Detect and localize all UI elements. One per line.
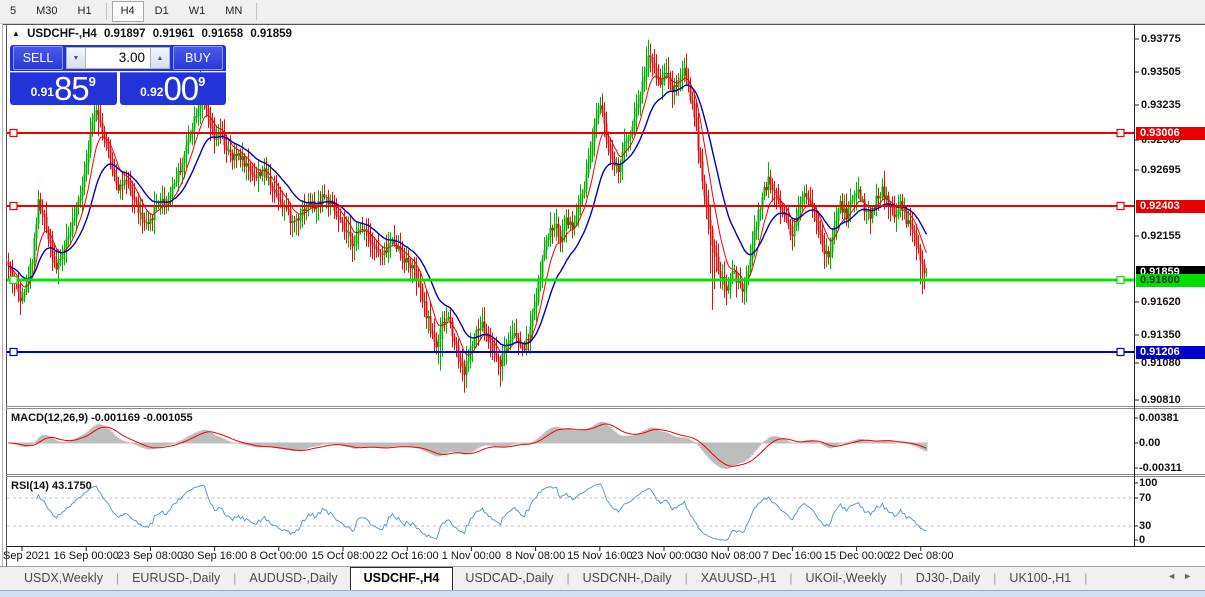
rsi-label: RSI(14) 43.1750 xyxy=(11,480,92,492)
period-button-h4[interactable]: H4 xyxy=(112,1,144,22)
date-label: 15 Nov 16:00 xyxy=(567,550,632,562)
chart-tab-usdcnh-[interactable]: USDCNH-,Daily xyxy=(571,567,684,590)
trade-panel-price-row: 0.91 85 9 0.92 00 9 xyxy=(10,72,226,105)
chart-tab-eurusd-[interactable]: EURUSD-,Daily xyxy=(120,567,232,590)
trade-panel-top-row: SELL ▼ 3.00 ▲ BUY xyxy=(10,45,226,71)
price-marker-label: 0.91206 xyxy=(1136,346,1205,359)
price-marker-label: 0.92403 xyxy=(1136,200,1205,213)
volume-spinner: ▼ 3.00 ▲ xyxy=(66,47,170,69)
chart-tab-usdchf-[interactable]: USDCHF-,H4 xyxy=(350,567,454,590)
date-label: 22 Dec 08:00 xyxy=(888,550,953,562)
ohlc-open: 0.91897 xyxy=(104,28,146,40)
ohlc-close: 0.91859 xyxy=(250,28,292,40)
volume-decrease-button[interactable]: ▼ xyxy=(66,47,86,69)
rsi-indicator-pane[interactable] xyxy=(7,478,1134,545)
chart-tab-audusd-[interactable]: AUDUSD-,Daily xyxy=(237,567,349,590)
chart-tab-usdx[interactable]: USDX,Weekly xyxy=(12,567,115,590)
date-label: 15 Oct 08:00 xyxy=(312,550,375,562)
sell-price-prefix: 0.91 xyxy=(31,85,54,99)
price-tick-label: 0.93505 xyxy=(1141,66,1181,78)
chart-tab-usdcad-[interactable]: USDCAD-,Daily xyxy=(453,567,565,590)
volume-input[interactable]: 3.00 xyxy=(86,47,150,69)
price-tick-label: 0.92695 xyxy=(1141,164,1181,176)
macd-tick-label: 0.00 xyxy=(1139,437,1160,449)
chart-ohlc-title: ▲ USDCHF-,H4 0.91897 0.91961 0.91658 0.9… xyxy=(12,28,296,40)
sell-button[interactable]: SELL xyxy=(13,46,63,70)
mt4-application-window: 5M30H1 H4D1W1MN ▲ USDCHF-,H4 0.91897 0.91… xyxy=(0,0,1205,597)
price-tick-label: 0.91080 xyxy=(1141,357,1181,369)
period-button-h1[interactable]: H1 xyxy=(69,1,101,22)
macd-tick-label: -0.00311 xyxy=(1139,462,1182,474)
price-tick-label: 0.91350 xyxy=(1141,329,1181,341)
rsi-tick-label: 100 xyxy=(1139,477,1157,489)
date-label: 15 Dec 00:00 xyxy=(824,550,889,562)
period-button-5[interactable]: 5 xyxy=(1,1,25,22)
price-tick-label: 0.90810 xyxy=(1141,394,1181,406)
rsi-tick-label: 0 xyxy=(1139,534,1145,546)
buy-price-pip: 9 xyxy=(198,74,205,89)
tab-bar-spacer xyxy=(0,567,12,590)
chart-tab-bar: USDX,Weekly|EURUSD-,Daily|AUDUSD-,DailyU… xyxy=(0,566,1205,590)
date-label: 30 Sep 16:00 xyxy=(182,550,247,562)
price-marker-label: 0.93006 xyxy=(1136,127,1205,140)
collapse-icon[interactable]: ▲ xyxy=(12,29,20,38)
date-label: 16 Sep 00:00 xyxy=(53,550,118,562)
chart-tab-dj30-[interactable]: DJ30-,Daily xyxy=(904,567,993,590)
status-bar xyxy=(0,590,1205,597)
sell-price-big: 85 xyxy=(54,76,89,102)
date-label: 23 Nov 00:00 xyxy=(631,550,696,562)
macd-tick-label: 0.00381 xyxy=(1139,412,1179,424)
date-label: 8 Oct 00:00 xyxy=(250,550,307,562)
date-label: 30 Nov 08:00 xyxy=(695,550,760,562)
chart-tab-uk100-[interactable]: UK100-,H1 xyxy=(997,567,1083,590)
sell-price-display[interactable]: 0.91 85 9 xyxy=(10,72,117,105)
buy-price-big: 00 xyxy=(163,76,198,102)
period-button-m30[interactable]: M30 xyxy=(27,1,66,22)
toolbar-separator xyxy=(256,3,257,20)
tab-scroll-arrows[interactable]: ◄► xyxy=(1167,571,1199,581)
ohlc-high: 0.91961 xyxy=(153,28,195,40)
buy-price-prefix: 0.92 xyxy=(140,85,163,99)
toolbar-separator xyxy=(106,3,107,20)
ohlc-low: 0.91658 xyxy=(202,28,244,40)
chevron-down-icon: ▼ xyxy=(73,55,80,62)
macd-label: MACD(12,26,9) -0.001169 -0.001055 xyxy=(11,412,193,424)
chart-tab-ukoil-[interactable]: UKOil-,Weekly xyxy=(794,567,899,590)
one-click-trading-panel: SELL ▼ 3.00 ▲ BUY 0.91 85 9 0.92 00 9 xyxy=(10,45,226,105)
rsi-tick-label: 70 xyxy=(1139,492,1151,504)
date-label: 8 Sep 2021 xyxy=(0,550,50,562)
date-label: 1 Nov 00:00 xyxy=(442,550,501,562)
date-label: 22 Oct 16:00 xyxy=(376,550,439,562)
period-button-d1[interactable]: D1 xyxy=(146,1,178,22)
chevron-up-icon: ▲ xyxy=(157,55,164,62)
sell-price-pip: 9 xyxy=(89,74,96,89)
buy-button[interactable]: BUY xyxy=(173,46,223,70)
period-button-w1[interactable]: W1 xyxy=(180,1,215,22)
volume-increase-button[interactable]: ▲ xyxy=(150,47,170,69)
date-label: 23 Sep 08:00 xyxy=(118,550,183,562)
date-label: 7 Dec 16:00 xyxy=(763,550,822,562)
price-tick-label: 0.93235 xyxy=(1141,99,1181,111)
price-tick-label: 0.93775 xyxy=(1141,33,1181,45)
price-tick-label: 0.92155 xyxy=(1141,230,1181,242)
price-tick-label: 0.91620 xyxy=(1141,296,1181,308)
buy-price-display[interactable]: 0.92 00 9 xyxy=(120,72,227,105)
period-button-mn[interactable]: MN xyxy=(216,1,251,22)
timeframe-toolbar: 5M30H1 H4D1W1MN xyxy=(0,0,1205,24)
tab-divider: | xyxy=(1083,567,1088,590)
chart-symbol-label: USDCHF-,H4 xyxy=(27,28,97,40)
chart-tab-xauusd-[interactable]: XAUUSD-,H1 xyxy=(689,567,789,590)
price-marker-label: 0.91800 xyxy=(1136,274,1205,287)
date-label: 8 Nov 08:00 xyxy=(506,550,565,562)
rsi-tick-label: 30 xyxy=(1139,520,1151,532)
